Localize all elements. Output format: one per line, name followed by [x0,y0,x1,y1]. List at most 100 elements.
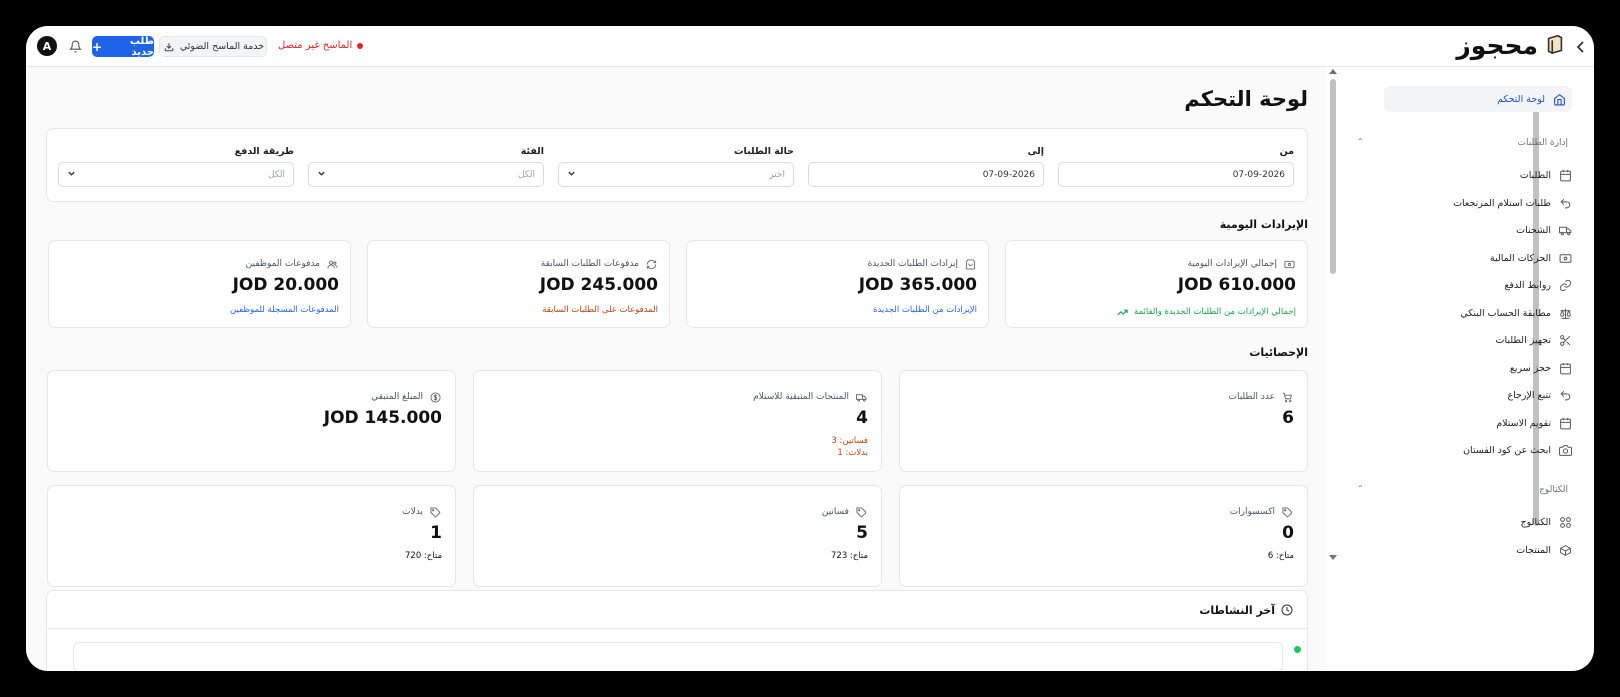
sidebar-item-label: الحركات المالية [1489,252,1551,264]
sidebar-item-payment-links[interactable]: روابط الدفع [1504,273,1572,297]
stat-value: JOD 145.000 [323,408,442,428]
stat-label: اكسسوارات [1229,507,1275,517]
camera-icon [1558,443,1572,457]
sidebar-item-orders[interactable]: الطلبات [1520,163,1572,187]
sidebar-item-label: تتبع الإرجاع [1507,389,1551,401]
undo-icon [1558,196,1572,210]
revenue-label: مدفوعات الطلبات السابقة [540,259,639,269]
sidebar-item-products[interactable]: المنتجات [1516,538,1572,562]
chevron-down-icon [67,169,76,181]
collapse-chevron-icon[interactable] [1576,39,1586,58]
revenue-label: مدفوعات الموظفين [245,259,320,269]
sidebar-group-catalog[interactable]: الكتالوج [1539,485,1568,495]
shopping-bag-icon [963,257,977,271]
stat-card-accessories: اكسسوارات 0 متاح: 6 [899,485,1308,587]
stat-label: بدلات [402,507,423,517]
sidebar-item-return-tracking[interactable]: تتبع الإرجاع [1507,383,1572,407]
to-date-input[interactable]: 07-09-2026 [808,162,1044,187]
scroll-thumb[interactable] [1330,79,1336,274]
sidebar-item-label: ابحث عن كود الفستان [1463,444,1551,456]
stat-card-dresses: فساتين 5 متاح: 723 [473,485,882,587]
sidebar-item-catalog[interactable]: الكتالوج [1521,510,1572,534]
to-date-value: 07-09-2026 [982,169,1035,180]
activity-title: آخر النشاطات [1199,603,1275,617]
scroll-up-arrow-icon[interactable] [1329,69,1337,74]
logo-icon [1544,33,1566,59]
stat-card-suits: بدلات 1 متاح: 720 [47,485,456,587]
from-label: من [1279,146,1294,157]
category-select[interactable]: الكل [308,162,544,187]
sidebar-item-pickup-calendar[interactable]: تقويم الاستلام [1496,411,1572,435]
tag-icon [854,505,868,519]
page-title: لوحة التحكم [1184,87,1308,111]
sidebar-item-order-preparation[interactable]: تجهيز الطلبات [1496,328,1572,352]
filters-card: من 07-09-2026 إلى 07-09-2026 حالة الطلبا… [46,128,1308,202]
users-icon [325,257,339,271]
activity-dot-icon [1294,646,1301,653]
sidebar-item-label: المنتجات [1516,544,1551,556]
revenue-value: JOD 365.000 [858,275,977,295]
scroll-down-arrow-icon[interactable] [1329,555,1337,560]
stat-value: 6 [1282,408,1294,428]
stat-card-orders: عدد الطلبات 6 [899,370,1308,472]
stat-sub: متاح: 6 [1267,551,1294,561]
sidebar-item-dress-code-search[interactable]: ابحث عن كود الفستان [1463,438,1572,462]
chevron-up-icon[interactable]: ⌃ [1357,137,1364,146]
revenue-card-employees: مدفوعات الموظفين JOD 20.000 المدفوعات ال… [48,240,351,328]
status-label: حالة الطلبات [734,146,794,157]
main-scrollbar[interactable] [1326,67,1340,671]
category-label: الفئة [520,146,544,157]
bell-icon[interactable] [66,37,84,55]
scanner-service-button[interactable]: خدمة الماسح الضوئي [159,36,267,57]
clock-icon [1280,603,1294,617]
stat-value: 1 [430,523,442,543]
status-dot-icon [357,42,364,49]
sidebar-item-label: روابط الدفع [1504,279,1551,291]
sidebar-item-shipments[interactable]: الشحنات [1516,218,1572,242]
stat-sub: متاح: 720 [405,551,442,561]
sidebar-item-bank-reconciliation[interactable]: مطابقة الحساب البنكي [1460,301,1572,325]
stat-value: 4 [856,408,868,428]
activity-card: آخر النشاطات [46,590,1308,671]
stat-sub: متاح: 723 [831,551,868,561]
from-date-input[interactable]: 07-09-2026 [1058,162,1294,187]
sidebar-item-transactions[interactable]: الحركات المالية [1490,246,1572,270]
scanner-service-label: خدمة الماسح الضوئي [179,41,265,52]
scanner-status-text: الماسح غير متصل [278,40,353,51]
grid-icon [1558,515,1572,529]
sidebar-item-dashboard[interactable]: لوحة التحكم [1497,87,1566,111]
sidebar-item-label: طلبات استلام المرتجعات [1453,197,1551,209]
sidebar-item-label: تقويم الاستلام [1496,417,1551,429]
to-label: إلى [1027,146,1044,157]
status-select[interactable]: اختر [558,162,794,187]
brand-name: محجوز [1456,31,1538,60]
truck-icon [854,390,868,404]
chevron-up-icon[interactable]: ⌃ [1357,484,1364,493]
new-order-button[interactable]: طلب جديد + [92,36,154,58]
sidebar-group-orders[interactable]: إدارة الطلبات [1518,138,1568,148]
revenue-value: JOD 610.000 [1177,275,1296,295]
sidebar-item-label: الكتالوج [1520,516,1551,528]
avatar[interactable]: A [37,36,57,56]
sidebar-item-return-pickups[interactable]: طلبات استلام المرتجعات [1453,191,1572,215]
download-icon [162,40,176,54]
calendar-icon [1558,168,1572,182]
revenue-sub: الإيرادات من الطلبات الجديدة [873,305,977,315]
top-bar: A طلب جديد + خدمة الماسح الضوئي الماسح غ… [26,26,1594,67]
scanner-status: الماسح غير متصل [278,40,364,51]
statistics-title: الإحصائيات [1249,346,1308,359]
chevron-down-icon [567,169,576,181]
activity-item[interactable] [73,642,1283,671]
app-window: A طلب جديد + خدمة الماسح الضوئي الماسح غ… [26,26,1594,671]
stat-label: المنتجات المتبقية للاستلام [753,392,849,402]
wallet-icon [1282,257,1296,271]
payment-select[interactable]: الكل [58,162,294,187]
tag-icon [428,505,442,519]
scale-icon [1558,306,1572,320]
refresh-icon [644,257,658,271]
stat-card-remaining-products: المنتجات المتبقية للاستلام 4 فساتين: 3 ب… [473,370,882,472]
from-date-value: 07-09-2026 [1232,169,1285,180]
sidebar-item-quick-booking[interactable]: حجز سريع [1510,356,1572,380]
brand-logo[interactable]: محجوز [1456,31,1566,60]
stat-label: المبلغ المتبقي [371,392,423,402]
